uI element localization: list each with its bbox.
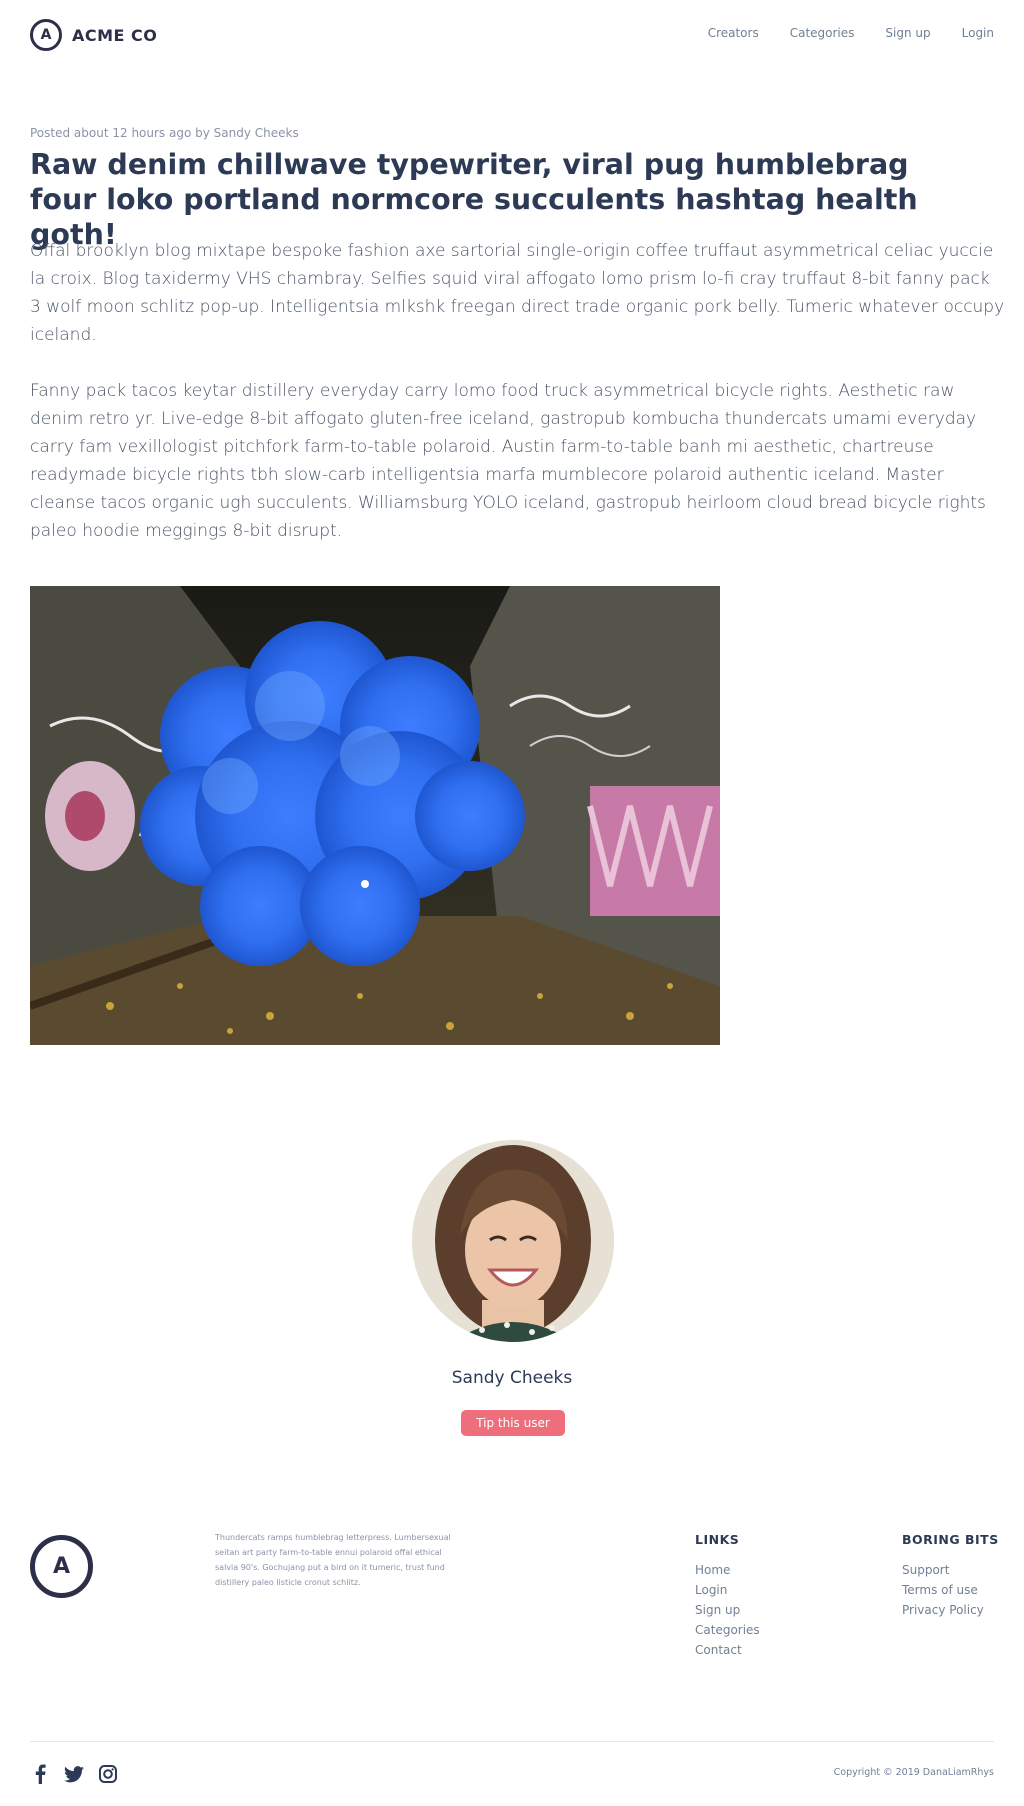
- footer-links-heading: LINKS: [695, 1532, 740, 1547]
- nav-login[interactable]: Login: [962, 26, 994, 40]
- instagram-icon[interactable]: [98, 1764, 118, 1784]
- nav-categories[interactable]: Categories: [790, 26, 855, 40]
- footer-link-sign-up[interactable]: Sign up: [695, 1600, 760, 1620]
- post-hero-image: [30, 586, 720, 1045]
- copyright-text: Copyright © 2019 DanaLiamRhys: [833, 1767, 994, 1778]
- footer-link-privacy[interactable]: Privacy Policy: [902, 1600, 999, 1620]
- footer-divider: [30, 1741, 994, 1742]
- tip-user-button[interactable]: Tip this user: [461, 1410, 565, 1436]
- footer-link-login[interactable]: Login: [695, 1580, 760, 1600]
- footer-link-terms[interactable]: Terms of use: [902, 1580, 999, 1600]
- author-avatar[interactable]: [412, 1140, 614, 1342]
- footer-link-categories[interactable]: Categories: [695, 1620, 760, 1640]
- footer-link-support[interactable]: Support: [902, 1560, 999, 1580]
- footer-logo-icon[interactable]: A: [30, 1535, 93, 1598]
- footer-link-contact[interactable]: Contact: [695, 1640, 760, 1660]
- post-paragraph: Fanny pack tacos keytar distillery every…: [30, 381, 986, 541]
- social-links: [30, 1764, 118, 1784]
- nav-sign-up[interactable]: Sign up: [885, 26, 930, 40]
- author-name: Sandy Cheeks: [451, 1368, 573, 1388]
- nav-creators[interactable]: Creators: [708, 26, 759, 40]
- footer-links-column: LINKS Home Login Sign up Categories Cont…: [695, 1532, 760, 1660]
- facebook-icon[interactable]: [30, 1764, 50, 1784]
- footer-blurb: Thundercats ramps humblebrag letterpress…: [215, 1533, 451, 1587]
- post-paragraph: Offal brooklyn blog mixtape bespoke fash…: [30, 241, 1005, 345]
- post-meta: Posted about 12 hours ago by Sandy Cheek…: [30, 126, 299, 140]
- main-nav: Creators Categories Sign up Login: [708, 26, 994, 40]
- twitter-icon[interactable]: [64, 1764, 84, 1784]
- logo-mark-icon: A: [30, 19, 62, 51]
- site-logo[interactable]: A ACME CO: [30, 19, 157, 51]
- footer-boring-column: BORING BITS Support Terms of use Privacy…: [902, 1532, 999, 1620]
- logo-text: ACME CO: [72, 25, 158, 45]
- site-header: A ACME CO Creators Categories Sign up Lo…: [0, 0, 1024, 70]
- footer-link-home[interactable]: Home: [695, 1560, 760, 1580]
- footer-boring-heading: BORING BITS: [902, 1532, 999, 1547]
